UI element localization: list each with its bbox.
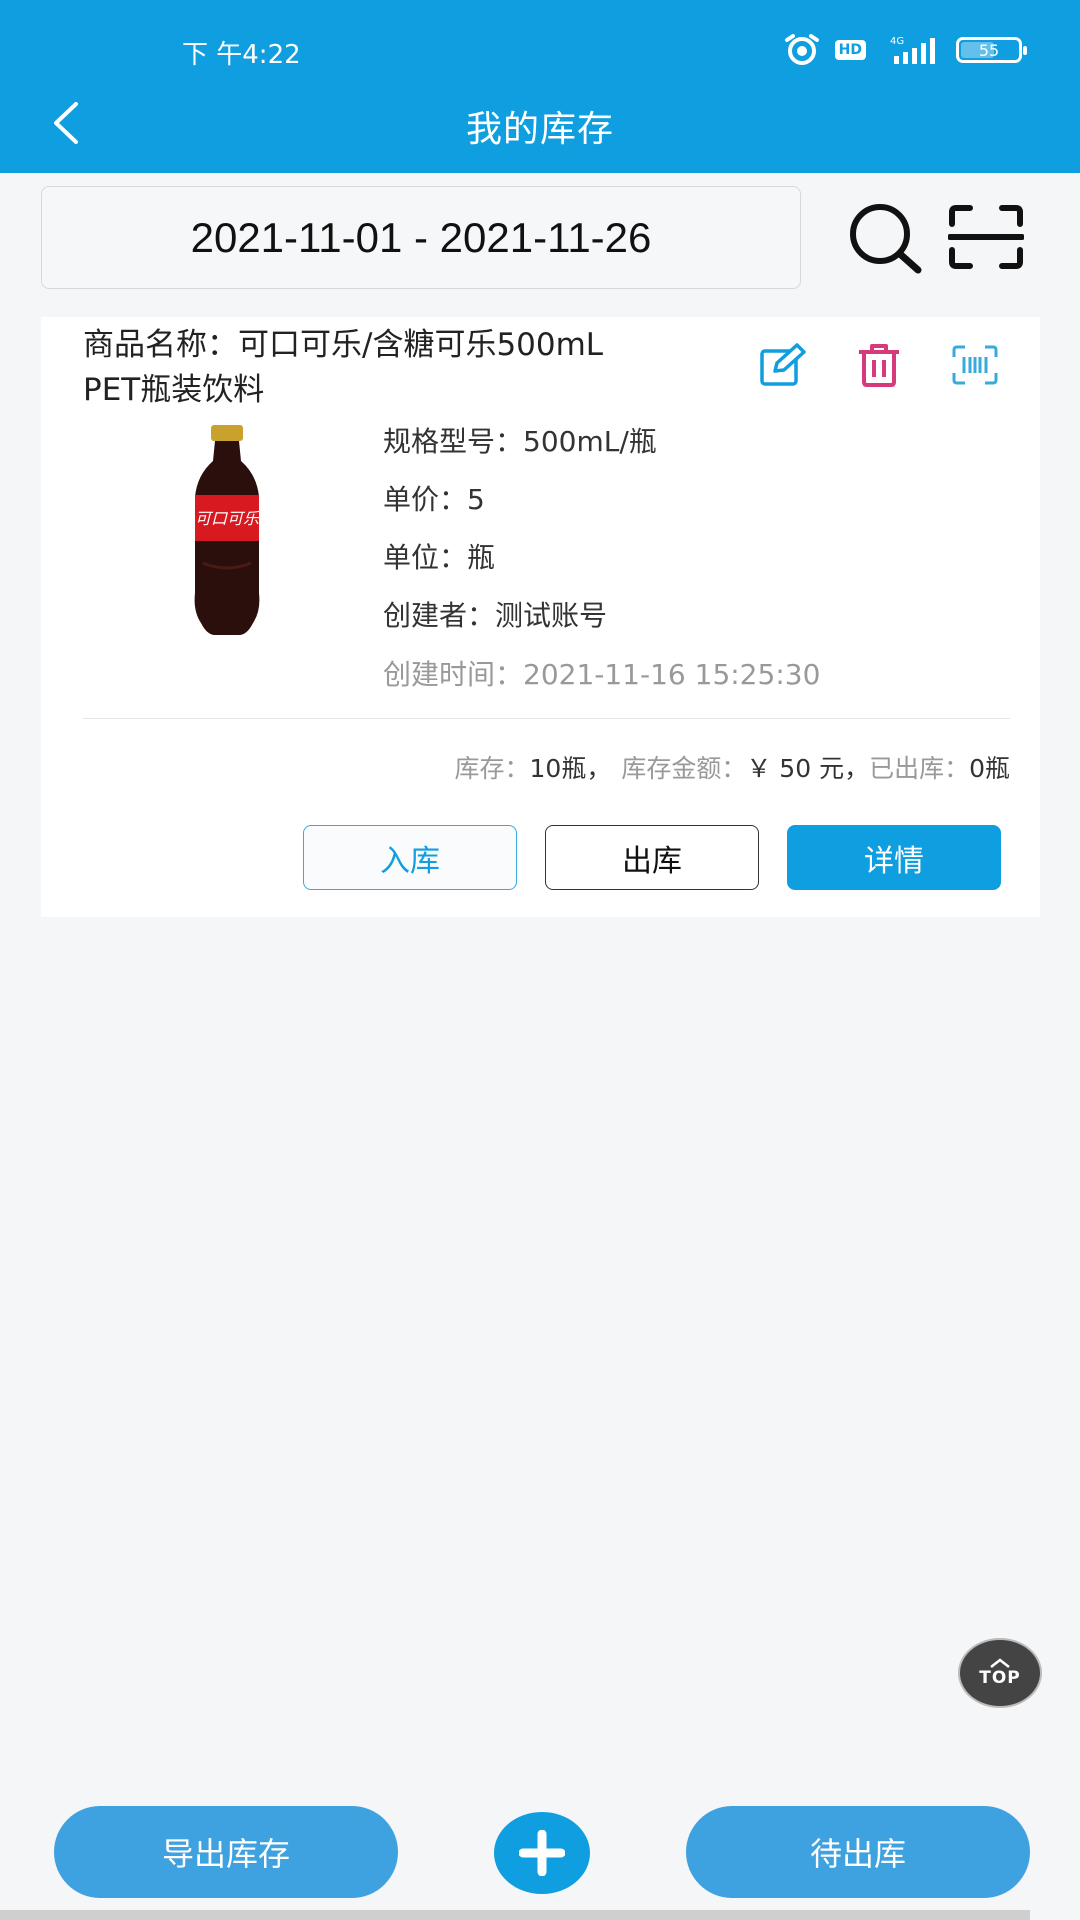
- delete-button[interactable]: [853, 339, 905, 391]
- spec-unit-price: 单价：5: [383, 483, 485, 516]
- product-specs: 规格型号：500mL/瓶 单价：5 单位：瓶 创建者：测试账号: [383, 413, 657, 645]
- stock-value: 10瓶，: [529, 754, 612, 783]
- barcode-icon: [952, 345, 998, 385]
- detail-button[interactable]: 详情: [787, 825, 1001, 890]
- spec-creator: 创建者：测试账号: [383, 599, 608, 632]
- top-label: TOP: [979, 1668, 1021, 1688]
- amount-label: 库存金额：: [621, 754, 747, 783]
- divider: [83, 718, 1010, 719]
- alarm-icon: [783, 34, 821, 66]
- battery-icon: 55: [956, 37, 1027, 63]
- stock-in-button[interactable]: 入库: [303, 825, 517, 890]
- inventory-card: 商品名称：可口可乐/含糖可乐500mL PET瓶装饮料 可口可乐 规格型号：50…: [41, 317, 1040, 917]
- cola-bottle-image: 可口可乐: [194, 425, 261, 635]
- battery-level: 55: [978, 40, 1000, 60]
- shipped-label: 已出库：: [869, 754, 970, 783]
- product-name: 商品名称：可口可乐/含糖可乐500mL PET瓶装饮料: [83, 327, 604, 408]
- plus-icon: [519, 1830, 565, 1876]
- shipped-value: 0瓶: [969, 754, 1010, 783]
- trash-icon: [859, 344, 899, 387]
- stock-out-button[interactable]: 出库: [545, 825, 759, 890]
- hd-icon: HD: [834, 40, 866, 60]
- status-icons: HD 4G 55: [783, 30, 1027, 70]
- edit-button[interactable]: [757, 339, 809, 391]
- stock-label: 库存：: [454, 754, 530, 783]
- pending-outbound-button[interactable]: 待出库: [686, 1806, 1030, 1898]
- svg-text:可口可乐: 可口可乐: [195, 509, 261, 528]
- scan-button[interactable]: [947, 204, 1025, 270]
- status-time: 下 午4:22: [182, 40, 301, 70]
- back-to-top-button[interactable]: TOP: [958, 1638, 1042, 1708]
- barcode-button[interactable]: [949, 339, 1001, 391]
- product-image: 可口可乐: [177, 423, 277, 643]
- created-time: 创建时间：2021-11-16 15:25:30: [383, 658, 821, 691]
- stock-summary: 库存： 10瓶， 库存金额： ￥ 50 元， 已出库： 0瓶: [455, 749, 1010, 785]
- search-button[interactable]: [846, 200, 926, 280]
- card-button-row: 入库 出库 详情: [303, 825, 1001, 890]
- chevron-up-icon: [990, 1658, 1010, 1668]
- export-inventory-button[interactable]: 导出库存: [54, 1806, 398, 1898]
- bottom-edge: [0, 1910, 1030, 1920]
- add-button[interactable]: [494, 1812, 590, 1894]
- card-actions: [757, 339, 1001, 391]
- date-range-input[interactable]: 2021-11-01 - 2021-11-26: [41, 186, 801, 289]
- edit-icon: [760, 343, 806, 386]
- search-icon: [850, 204, 922, 274]
- svg-text:4G: 4G: [890, 36, 904, 47]
- app-header: 下 午4:22 HD 4G 55 我的库存: [0, 0, 1080, 173]
- signal-icon: 4G: [880, 34, 942, 66]
- spec-unit: 单位：瓶: [383, 541, 496, 574]
- amount-value: ￥ 50 元，: [746, 754, 870, 783]
- scan-icon: [947, 205, 1025, 269]
- spec-model: 规格型号：500mL/瓶: [383, 425, 657, 458]
- page-title: 我的库存: [465, 109, 614, 150]
